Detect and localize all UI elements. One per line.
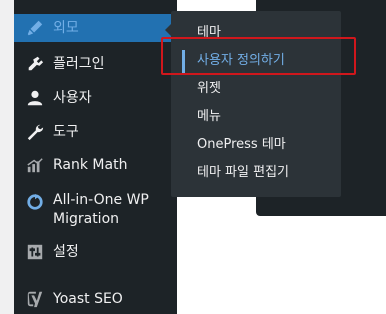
- submenu-item-theme-file-editor[interactable]: 테마 파일 편집기: [197, 164, 289, 182]
- sidebar-item-label: All-in-One WP Migration: [53, 192, 149, 227]
- annotation-highlight-box: [161, 37, 356, 75]
- sidebar-item-yoast-seo[interactable]: Yoast SEO: [14, 287, 177, 311]
- sidebar-item-label: 플러그인: [53, 56, 105, 72]
- yoast-icon: [25, 289, 45, 309]
- settings-sliders-icon: [25, 242, 45, 262]
- wrench-icon: [25, 122, 45, 142]
- sidebar-item-label: 설정: [53, 244, 79, 260]
- sidebar-item-all-in-one-wp-migration[interactable]: All-in-One WP Migration: [14, 188, 177, 232]
- sidebar-item-rank-math[interactable]: Rank Math: [14, 153, 177, 177]
- sidebar-item-users[interactable]: 사용자: [14, 86, 177, 110]
- submenu-item-onepress-theme[interactable]: OnePress 테마: [197, 136, 286, 154]
- rank-math-icon: [25, 155, 45, 175]
- sidebar-item-label: Yoast SEO: [53, 291, 123, 307]
- plugin-icon: [25, 54, 45, 74]
- sidebar-item-label: 도구: [53, 124, 79, 140]
- migration-icon: [25, 192, 45, 212]
- submenu-item-widgets[interactable]: 위젯: [197, 80, 221, 98]
- sidebar-item-settings[interactable]: 설정: [14, 240, 177, 264]
- sidebar-item-tools[interactable]: 도구: [14, 120, 177, 144]
- sidebar-item-label: Rank Math: [53, 157, 128, 173]
- sidebar-item-appearance[interactable]: 외모: [14, 14, 177, 42]
- page-edge: [0, 0, 14, 314]
- appearance-brush-icon: [25, 18, 45, 38]
- sidebar-item-label: 사용자: [53, 90, 92, 106]
- sidebar-item-label: 외모: [53, 20, 79, 36]
- user-icon: [25, 88, 45, 108]
- sidebar-item-plugins[interactable]: 플러그인: [14, 52, 177, 76]
- submenu-item-menus[interactable]: 메뉴: [197, 108, 221, 126]
- admin-sidebar: 외모 플러그인 사용자 도구 Rank Math All-in-One WP M…: [14, 0, 177, 314]
